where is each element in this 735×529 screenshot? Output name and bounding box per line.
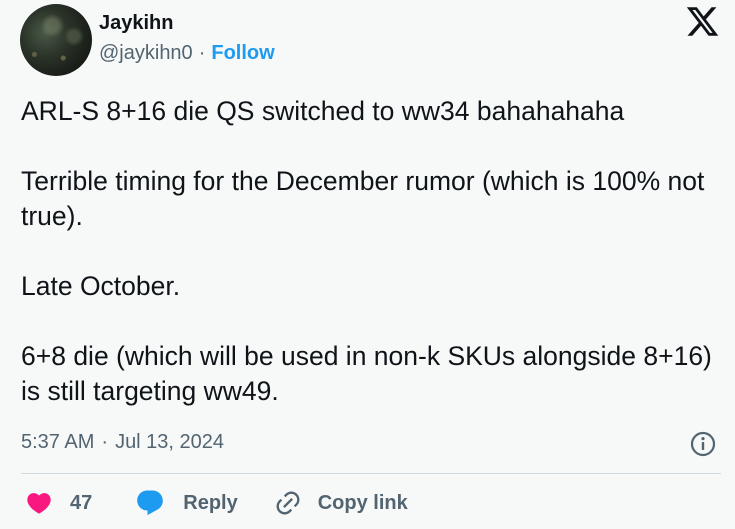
tweet-paragraph: 6+8 die (which will be used in non-k SKU… [21,341,712,406]
author-handle-row: @jaykihn0 · Follow [99,42,275,65]
tweet-text: ARL-S 8+16 die QS switched to ww34 bahah… [21,94,726,409]
handle-separator: · [198,42,206,64]
like-button[interactable]: 47 [24,489,135,517]
tweet-paragraph: ARL-S 8+16 die QS switched to ww34 bahah… [21,96,625,126]
timestamp-separator: · [101,431,109,453]
link-icon[interactable] [274,489,302,517]
author-name[interactable]: Jaykihn [99,12,173,35]
info-icon[interactable] [690,431,716,457]
tweet-actions: 47 Reply Copy link [24,488,408,518]
tweet-time[interactable]: 5:37 AM [21,431,94,454]
divider [21,473,721,474]
tweet-paragraph: Terrible timing for the December rumor (… [21,166,705,231]
avatar[interactable] [20,4,92,76]
like-count[interactable]: 47 [70,492,92,515]
copy-link-button[interactable]: Copy link [274,489,408,517]
reply-bubble-icon[interactable] [135,488,165,518]
tweet-timestamp[interactable]: 5:37 AM · Jul 13, 2024 [21,431,224,454]
x-logo-icon[interactable] [685,4,720,39]
author-handle[interactable]: @jaykihn0 [99,42,193,65]
reply-button[interactable]: Reply [135,488,273,518]
heart-icon[interactable] [24,489,54,517]
follow-button[interactable]: Follow [211,42,274,65]
copy-link-label[interactable]: Copy link [318,492,408,515]
tweet-paragraph: Late October. [21,271,181,301]
reply-label[interactable]: Reply [183,492,237,515]
tweet-date[interactable]: Jul 13, 2024 [115,431,224,454]
